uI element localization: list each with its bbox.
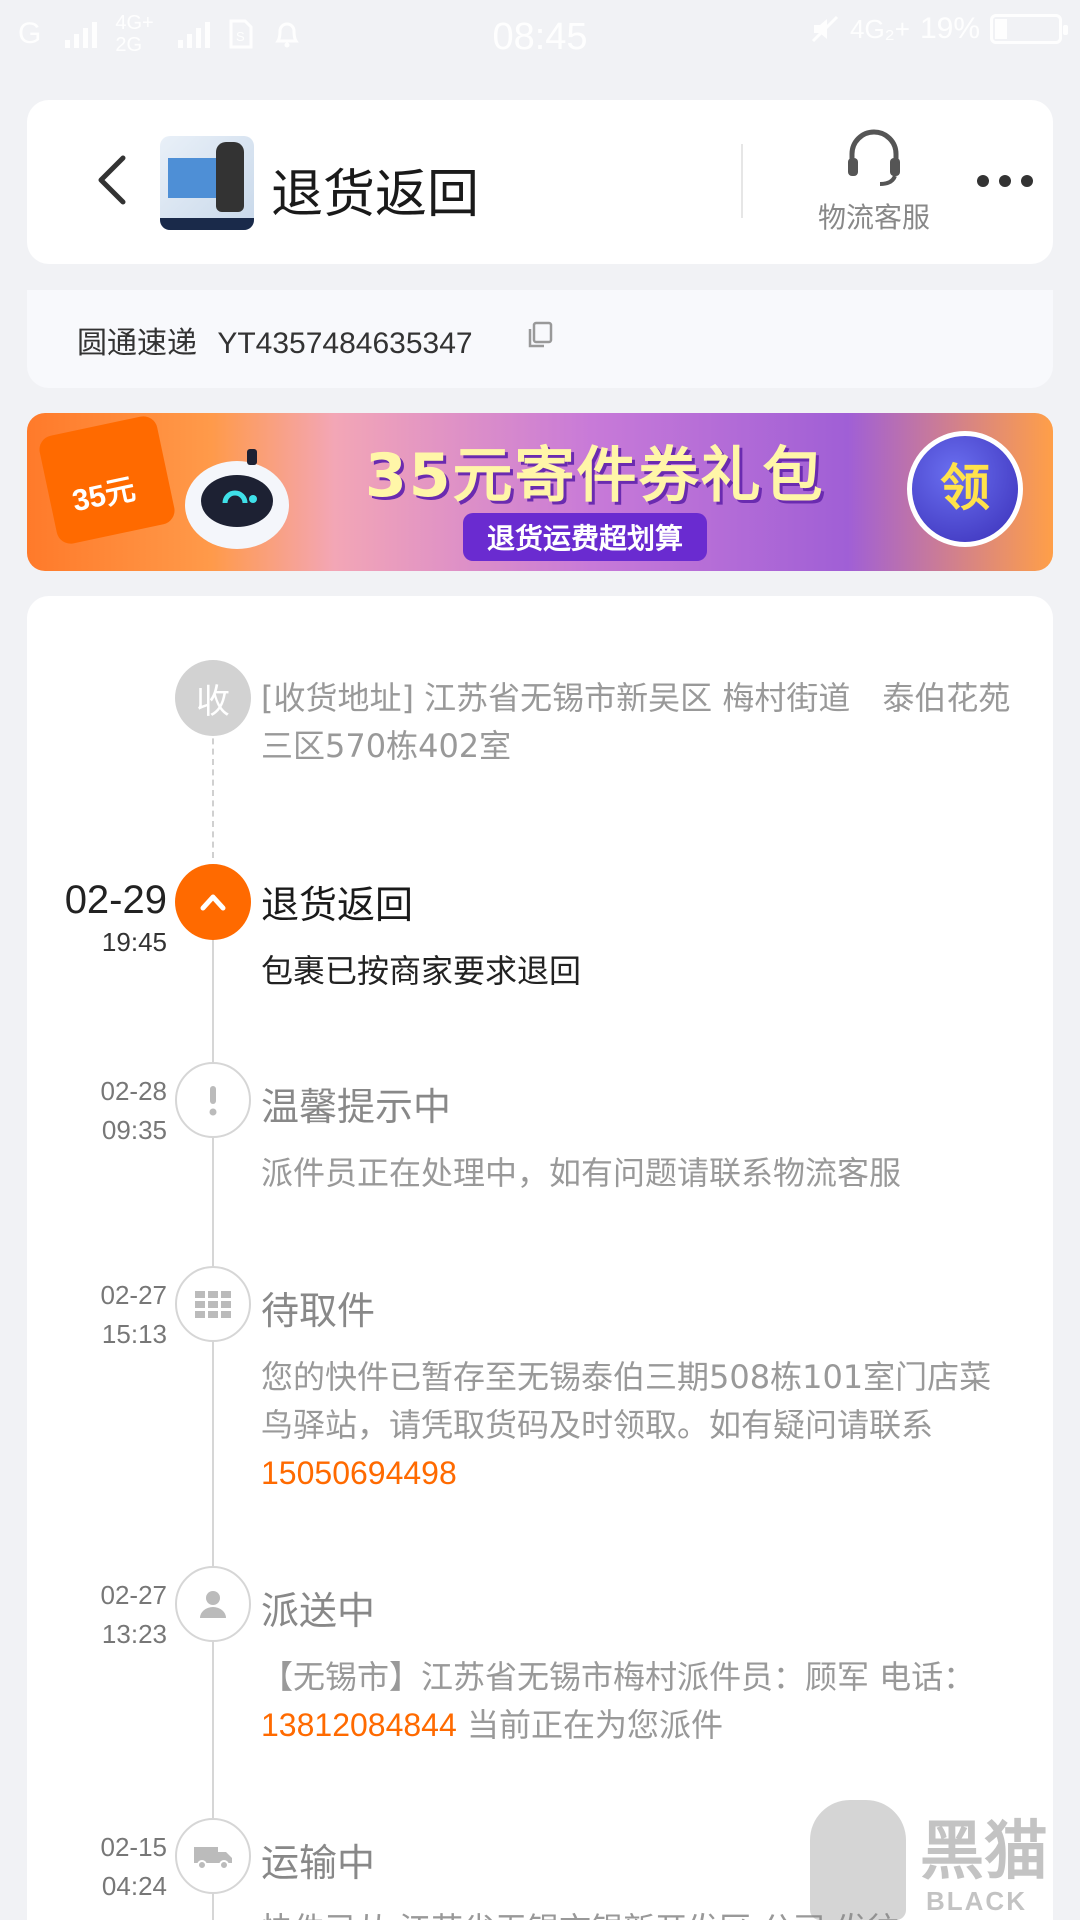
receive-address: [收货地址] 江苏省无锡市新吴区 梅村街道 泰伯花苑三区570栋402室 <box>261 674 1021 770</box>
back-arrow-icon[interactable] <box>85 150 145 210</box>
more-options-icon[interactable] <box>977 166 1037 196</box>
event-date-day: 02-28 <box>100 1076 168 1106</box>
event-date-day: 02-27 <box>100 1580 168 1610</box>
banner-title: 35元寄件券礼包 <box>365 441 825 511</box>
event-date-day: 02-29 <box>64 878 167 922</box>
phone-link[interactable]: 13812084844 <box>261 1707 457 1743</box>
event-item: 待取件 您的快件已暂存至无锡泰伯三期508栋101室门店菜鸟驿站，请凭取货码及时… <box>261 1280 1021 1497</box>
event-desc-text: 您的快件已暂存至无锡泰伯三期508栋101室门店菜鸟驿站，请凭取货码及时领取。如… <box>261 1358 992 1444</box>
event-title: 待取件 <box>261 1289 376 1333</box>
thumbnail-strip <box>160 218 254 230</box>
receive-address-text: [收货地址] 江苏省无锡市新吴区 梅村街道 泰伯花苑三区570栋402室 <box>261 679 1011 765</box>
thumbnail-shaver <box>216 142 244 212</box>
truck-icon <box>175 1818 251 1894</box>
event-date-time: 19:45 <box>101 927 167 957</box>
event-date-time: 13:23 <box>101 1619 167 1649</box>
event-date: 02-27 13:23 <box>27 1580 168 1650</box>
event-item: 派送中 【无锡市】江苏省无锡市梅村派件员：顾军 电话： 13812084844 当… <box>261 1580 1021 1749</box>
tracking-text: 圆通速递 YT4357484635347 <box>77 318 473 362</box>
tracking-info: 圆通速递 YT4357484635347 <box>27 290 1053 388</box>
battery-percent: 19% <box>919 12 980 45</box>
event-item: 温馨提示中 派件员正在处理中，如有问题请联系物流客服 <box>261 1076 1021 1197</box>
logistics-service-button[interactable]: 物流客服 <box>789 126 959 236</box>
header-card: 退货返回 物流客服 <box>27 100 1053 264</box>
event-date-time: 15:13 <box>101 1319 167 1349</box>
mute-icon <box>811 15 839 43</box>
copy-icon[interactable] <box>525 320 555 350</box>
logistics-timeline: 收 [收货地址] 江苏省无锡市新吴区 梅村街道 泰伯花苑三区570栋402室 0… <box>27 596 1053 1920</box>
event-item: 退货返回 包裹已按商家要求退回 <box>261 874 1021 995</box>
watermark-en: BLACK CAT <box>926 1886 1027 1920</box>
event-date: 02-28 09:35 <box>27 1076 168 1146</box>
event-title: 派送中 <box>261 1589 376 1633</box>
watermark-logo: 黑猫 BLACK CAT <box>810 1800 1080 1920</box>
event-date-day: 02-15 <box>100 1832 168 1862</box>
carrier-name: 圆通速递 <box>77 327 197 360</box>
promo-banner[interactable]: 35元 35元寄件券礼包 退货运费超划算 领 <box>27 413 1053 571</box>
event-date: 02-29 19:45 <box>27 878 167 958</box>
event-date-day: 02-27 <box>100 1280 168 1310</box>
network-type-right: 4G₂+ <box>849 13 910 44</box>
thumbnail-box <box>168 158 216 198</box>
event-title: 退货返回 <box>261 883 414 927</box>
event-desc-text-after: 当前正在为您派件 <box>456 1706 723 1744</box>
page-title: 退货返回 <box>271 165 480 225</box>
event-desc: 包裹已按商家要求退回 <box>261 952 582 990</box>
header-divider <box>741 144 743 218</box>
battery-icon <box>990 14 1068 44</box>
banner-subtitle: 退货运费超划算 <box>463 513 708 561</box>
status-right: 4G₂+ 19% <box>810 12 1068 46</box>
event-date-time: 09:35 <box>101 1115 167 1145</box>
chevron-up-icon[interactable] <box>175 864 251 940</box>
timeline-dashed-line <box>212 728 214 858</box>
event-title: 温馨提示中 <box>261 1085 452 1129</box>
cat-logo-icon <box>810 1800 906 1920</box>
phone-link[interactable]: 15050694498 <box>261 1455 457 1491</box>
receive-address-icon: 收 <box>175 660 251 736</box>
logistics-service-label: 物流客服 <box>817 201 930 234</box>
event-desc: 派件员正在处理中，如有问题请联系物流客服 <box>261 1154 902 1192</box>
event-date-time: 04:24 <box>101 1871 167 1901</box>
robot-mascot-icon <box>185 449 289 549</box>
coupon-badge-text: 35元 <box>69 472 139 519</box>
person-icon <box>175 1566 251 1642</box>
event-desc-text: 【无锡市】江苏省无锡市梅村派件员：顾军 电话： <box>261 1658 976 1696</box>
headset-icon <box>848 129 900 186</box>
event-date: 02-27 15:13 <box>27 1280 168 1350</box>
status-bar: G 4G+ 2G S 08:45 4G₂+ 19% <box>0 0 1080 80</box>
grid-icon <box>175 1266 251 1342</box>
exclamation-icon <box>175 1062 251 1138</box>
event-date: 02-15 04:24 <box>27 1832 168 1902</box>
event-desc: 您的快件已暂存至无锡泰伯三期508栋101室门店菜鸟驿站，请凭取货码及时领取。如… <box>261 1353 1021 1497</box>
product-thumbnail[interactable] <box>160 136 254 230</box>
coupon-badge: 35元 <box>36 413 178 547</box>
watermark-zh: 黑猫 <box>920 1815 1048 1889</box>
event-desc: 【无锡市】江苏省无锡市梅村派件员：顾军 电话： 13812084844 当前正在为… <box>261 1653 1021 1749</box>
tracking-number: YT4357484635347 <box>217 327 473 360</box>
claim-button[interactable]: 领 <box>907 431 1023 547</box>
